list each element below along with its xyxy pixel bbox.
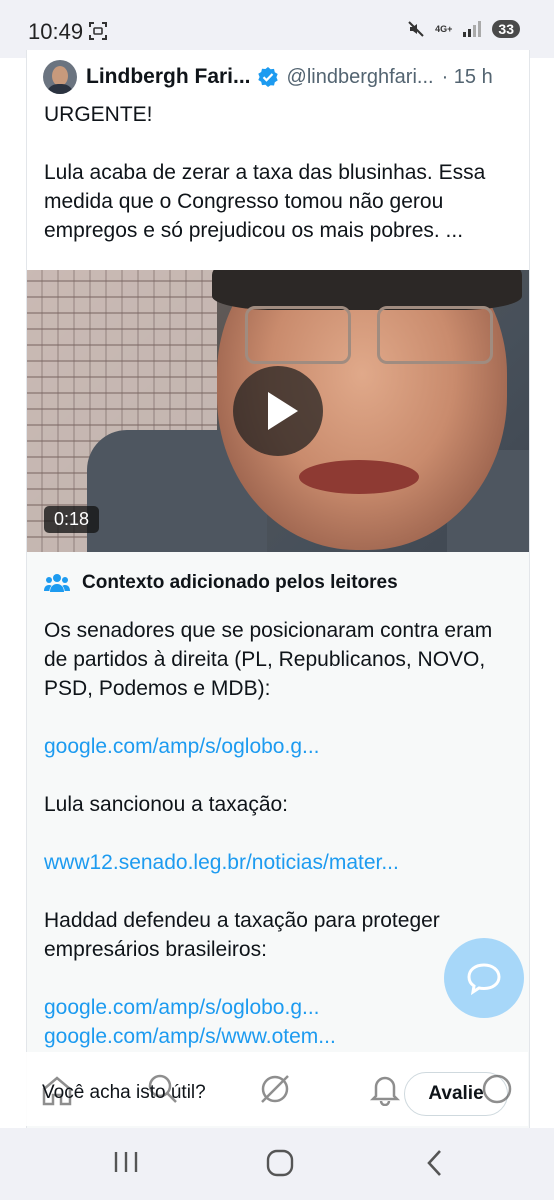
grok-icon[interactable]	[258, 1072, 292, 1106]
author-handle[interactable]: @lindberghfari...	[287, 66, 434, 89]
people-icon	[44, 574, 70, 592]
tweet-line: Lula acaba de zerar a taxa das blusinhas…	[44, 161, 486, 242]
tweet-time: · 15 h	[441, 65, 493, 88]
bell-icon[interactable]	[368, 1072, 402, 1106]
status-time: 10:49	[28, 19, 84, 44]
back-icon[interactable]	[424, 1148, 446, 1178]
note-paragraph: Lula sancionou a taxação:	[44, 793, 289, 816]
helpful-question: Você acha isto útil?	[42, 1082, 206, 1103]
battery-level: 33	[492, 20, 520, 38]
compose-button[interactable]	[444, 938, 524, 1018]
mute-icon	[408, 21, 424, 37]
community-note: Contexto adicionado pelos leitores Os se…	[27, 552, 529, 1128]
tweet-text: URGENTE! Lula acaba de zerar a taxa das …	[44, 100, 514, 245]
helpful-bar: Você acha isto útil? Avalie	[26, 1052, 528, 1126]
avatar[interactable]	[43, 60, 77, 94]
tweet-header: Lindbergh Fari... @lindberghfari... · 15…	[43, 60, 493, 94]
note-link[interactable]: google.com/amp/s/oglobo.g...	[44, 732, 514, 761]
community-note-title: Contexto adicionado pelos leitores	[82, 572, 398, 593]
note-link[interactable]: google.com/amp/s/www.otem...	[44, 1022, 514, 1051]
home-nav-icon[interactable]	[264, 1148, 296, 1178]
compose-icon	[467, 963, 501, 996]
messages-icon[interactable]	[480, 1072, 514, 1106]
author-name[interactable]: Lindbergh Fari...	[86, 65, 251, 89]
play-icon[interactable]	[233, 366, 323, 456]
system-nav-bar	[0, 1128, 554, 1200]
tweet-line: URGENTE!	[44, 103, 153, 126]
community-note-header: Contexto adicionado pelos leitores	[44, 572, 398, 594]
video-player[interactable]: 0:18	[27, 270, 529, 552]
verified-icon	[257, 67, 278, 87]
scan-icon	[89, 22, 107, 40]
network-type: 4G+	[435, 23, 453, 34]
note-paragraph: Os senadores que se posicionaram contra …	[44, 619, 493, 700]
signal-icon	[463, 21, 482, 37]
note-link[interactable]: www12.senado.leg.br/noticias/mater...	[44, 848, 514, 877]
video-duration: 0:18	[44, 506, 100, 533]
recents-icon[interactable]	[112, 1148, 140, 1176]
